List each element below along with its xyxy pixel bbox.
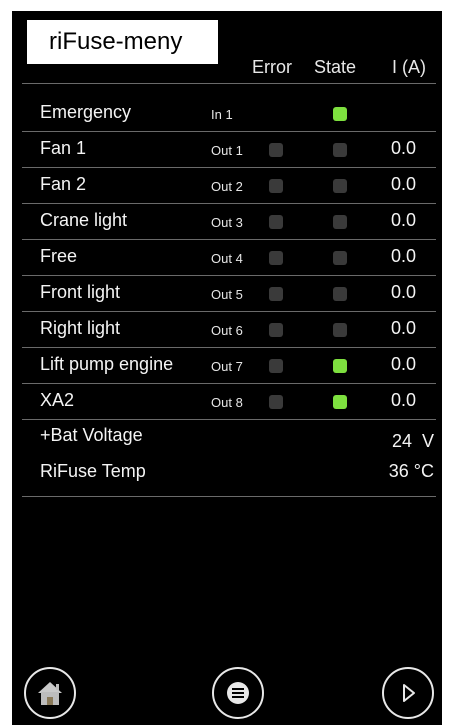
page-title: riFuse-meny [27, 20, 218, 64]
channel-port: Out 6 [211, 323, 243, 338]
battery-voltage-label: +Bat Voltage [40, 425, 143, 445]
state-indicator [333, 215, 347, 229]
channel-name: Front light [40, 282, 121, 302]
state-indicator [333, 395, 347, 409]
channel-name: Free [40, 246, 78, 266]
error-indicator [269, 179, 283, 193]
home-button[interactable] [24, 667, 76, 719]
screen: riFuse-meny Error State I (A) Emergency I… [12, 11, 442, 725]
home-icon [38, 682, 62, 705]
channel-current: 0.0 [391, 174, 417, 194]
footer-divider [22, 496, 436, 497]
channel-row[interactable]: Right light Out 6 0.0 [12, 312, 442, 348]
channel-port: In 1 [211, 107, 233, 122]
channel-current: 0.0 [391, 354, 417, 374]
channel-name: Emergency [40, 102, 132, 122]
next-icon [403, 684, 415, 702]
channel-current: 0.0 [391, 390, 417, 410]
state-indicator [333, 107, 347, 121]
channel-row[interactable]: Fan 2 Out 2 0.0 [12, 168, 442, 204]
channel-row[interactable]: Front light Out 5 0.0 [12, 276, 442, 312]
temperature-label: RiFuse Temp [40, 461, 146, 481]
channel-current: 0.0 [391, 318, 417, 338]
channel-port: Out 7 [211, 359, 243, 374]
row-divider [22, 419, 436, 420]
temperature-value: 36 °C [388, 461, 434, 481]
channel-port: Out 2 [211, 179, 243, 194]
state-indicator [333, 179, 347, 193]
channel-row[interactable]: Crane light Out 3 0.0 [12, 204, 442, 240]
next-button[interactable] [382, 667, 434, 719]
state-indicator [333, 251, 347, 265]
channel-row[interactable]: Emergency In 1 [12, 96, 442, 132]
channel-current: 0.0 [391, 282, 417, 302]
column-header-current: I (A) [392, 57, 426, 77]
channel-port: Out 4 [211, 251, 243, 266]
error-indicator [269, 251, 283, 265]
state-indicator [333, 143, 347, 157]
menu-icon [227, 682, 249, 704]
state-indicator [333, 287, 347, 301]
error-indicator [269, 287, 283, 301]
channel-port: Out 8 [211, 395, 243, 410]
state-indicator [333, 359, 347, 373]
error-indicator [269, 323, 283, 337]
channel-row[interactable]: Fan 1 Out 1 0.0 [12, 132, 442, 168]
error-indicator [269, 215, 283, 229]
channel-port: Out 3 [211, 215, 243, 230]
channel-port: Out 5 [211, 287, 243, 302]
menu-button[interactable] [212, 667, 264, 719]
channel-current: 0.0 [391, 210, 417, 230]
error-indicator [269, 143, 283, 157]
channel-name: Fan 2 [40, 174, 87, 194]
channel-current: 0.0 [391, 138, 417, 158]
channel-name: Fan 1 [40, 138, 87, 158]
header-divider [22, 83, 436, 84]
column-header-state: State [314, 57, 357, 77]
channel-name: Crane light [40, 210, 128, 230]
channel-row[interactable]: Lift pump engine Out 7 0.0 [12, 348, 442, 384]
channel-row[interactable]: Free Out 4 0.0 [12, 240, 442, 276]
channel-row[interactable]: XA2 Out 8 0.0 [12, 384, 442, 420]
error-indicator [269, 359, 283, 373]
error-indicator [269, 395, 283, 409]
state-indicator [333, 323, 347, 337]
column-header-error: Error [252, 57, 292, 77]
channel-name: XA2 [40, 390, 75, 410]
channel-current: 0.0 [391, 246, 417, 266]
channel-name: Lift pump engine [40, 354, 174, 374]
channel-port: Out 1 [211, 143, 243, 158]
channel-name: Right light [40, 318, 121, 338]
battery-voltage-value: 24 V [391, 431, 434, 451]
